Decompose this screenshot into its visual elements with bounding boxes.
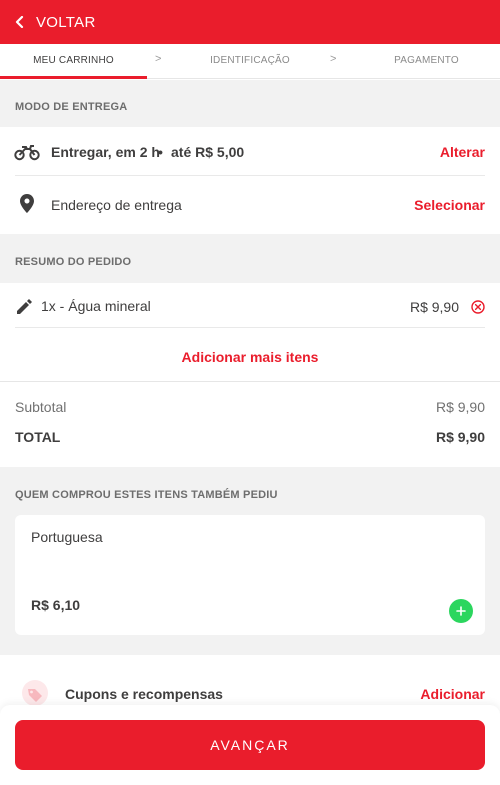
order-section-title: RESUMO DO PEDIDO [15,256,132,268]
back-button[interactable]: VOLTAR [14,14,96,31]
order-item-description: 1x - Água mineral [41,298,151,314]
total-label: TOTAL [15,429,61,445]
add-suggestion-button[interactable] [449,599,473,623]
delivery-options: Entregar, em 2 h • até R$ 5,00 Alterar E… [0,127,500,234]
active-step-indicator [0,76,147,79]
order-section-header: RESUMO DO PEDIDO [0,234,500,283]
motorcycle-icon [14,145,40,161]
step-separator: > [155,53,162,65]
step-payment[interactable]: PAGAMENTO [353,44,500,79]
select-address-link[interactable]: Selecionar [414,197,485,213]
step-identification[interactable]: IDENTIFICAÇÃO [175,44,325,79]
add-more-items-link[interactable]: Adicionar mais itens [0,349,500,365]
back-label: VOLTAR [36,13,96,31]
top-bar: VOLTAR [0,0,500,44]
step-cart[interactable]: MEU CARRINHO [0,44,147,79]
order-item-price: R$ 9,90 [409,299,459,315]
delivery-fee-text: até R$ 5,00 [171,144,245,160]
divider [15,327,485,328]
suggestion-price: R$ 6,10 [31,597,81,613]
advance-button[interactable]: AVANÇAR [15,720,485,770]
bullet-separator: • [158,144,163,160]
suggestion-card[interactable]: Portuguesa R$ 6,10 [15,515,485,635]
address-label: Endereço de entrega [51,197,182,213]
delivery-section-title: MODO DE ENTREGA [15,101,128,113]
subtotal-value: R$ 9,90 [435,399,485,415]
coupons-row[interactable]: Cupons e recompensas Adicionar [0,655,500,705]
delivery-mode-text: Entregar, em 2 h [51,144,160,160]
location-pin-icon [20,194,34,213]
subtotal-label: Subtotal [15,399,67,415]
coupons-label: Cupons e recompensas [65,686,223,702]
delivery-section-header: MODO DE ENTREGA [0,80,500,127]
coupon-tag-icon [22,680,48,705]
remove-circle-icon[interactable] [471,300,485,314]
total-value: R$ 9,90 [435,429,485,445]
change-delivery-link[interactable]: Alterar [440,144,485,160]
suggestion-name: Portuguesa [31,529,103,545]
divider [0,381,500,382]
order-summary: 1x - Água mineral R$ 9,90 Adicionar mais… [0,283,500,467]
plus-icon [456,606,466,616]
add-coupon-link[interactable]: Adicionar [420,686,485,702]
pencil-icon[interactable] [17,299,32,314]
step-separator: > [330,53,337,65]
suggestions-section-title: QUEM COMPROU ESTES ITENS TAMBÉM PEDIU [15,489,278,501]
divider [15,175,485,176]
chevron-left-icon [15,16,24,28]
checkout-steps: MEU CARRINHO > IDENTIFICAÇÃO > PAGAMENTO [0,44,500,79]
